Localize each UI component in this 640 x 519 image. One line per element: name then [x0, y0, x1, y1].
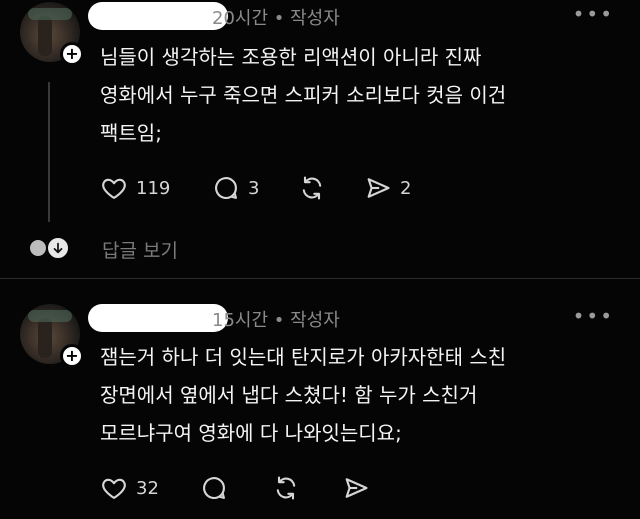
meta-separator: • — [273, 8, 285, 29]
repost-icon — [302, 176, 322, 200]
repost-button[interactable] — [298, 174, 364, 202]
view-replies-row[interactable]: 답글 보기 — [0, 226, 640, 266]
reply-avatar — [28, 238, 48, 258]
view-replies-link[interactable]: 답글 보기 — [102, 236, 178, 263]
post: + 20시간 • 작성자 ••• 님들이 생각하는 조용한 리액션이 아니라 진… — [0, 0, 640, 278]
repost-icon — [276, 476, 296, 500]
post: + 15시간 • 작성자 ••• 잼는거 하나 더 잇는대 탄지로가 아카자한태… — [0, 280, 640, 519]
post-text-line: 잼는거 하나 더 잇는대 탄지로가 아카자한태 스친 — [100, 345, 507, 369]
share-count: 2 — [400, 177, 412, 199]
like-button[interactable]: 119 — [100, 174, 212, 202]
comment-icon — [215, 177, 237, 200]
like-count: 119 — [136, 177, 171, 199]
like-button[interactable]: 32 — [100, 474, 200, 502]
post-text-line: 님들이 생각하는 조용한 리액션이 아니라 진짜 — [100, 45, 482, 69]
post-text: 잼는거 하나 더 잇는대 탄지로가 아카자한태 스친 장면에서 옆에서 냅다 스… — [100, 338, 620, 452]
post-time: 15시간 — [212, 310, 269, 331]
post-text: 님들이 생각하는 조용한 리액션이 아니라 진짜 영화에서 누구 죽으면 스피커… — [100, 38, 620, 152]
like-count: 32 — [136, 477, 159, 499]
author-tag: 작성자 — [290, 310, 340, 331]
post-meta: 15시간 • 작성자 — [212, 306, 340, 332]
more-icon[interactable]: ••• — [573, 304, 614, 328]
share-icon — [367, 178, 390, 198]
post-time: 20시간 — [212, 8, 269, 29]
heart-icon — [102, 178, 126, 199]
repost-button[interactable] — [272, 474, 342, 502]
username-redacted — [88, 2, 228, 30]
post-text-line: 영화에서 누구 죽으면 스피커 소리보다 컷음 이건 — [100, 83, 507, 107]
comment-icon — [203, 477, 225, 500]
arrow-down-icon — [53, 242, 63, 254]
share-icon — [345, 478, 368, 498]
comment-button[interactable]: 3 — [212, 174, 298, 202]
divider — [0, 278, 640, 279]
share-button[interactable]: 2 — [364, 174, 411, 202]
follow-plus-icon[interactable]: + — [60, 344, 84, 368]
thread-line — [48, 82, 50, 222]
reply-avatar — [46, 236, 70, 260]
post-text-line: 팩트임; — [100, 121, 162, 145]
follow-plus-icon[interactable]: + — [60, 42, 84, 66]
author-tag: 작성자 — [290, 8, 340, 29]
comment-count: 3 — [248, 177, 260, 199]
post-text-line: 모르냐구여 영화에 다 나와잇는디요; — [100, 421, 402, 445]
comment-button[interactable] — [200, 474, 272, 502]
heart-icon — [102, 478, 126, 499]
post-actions: 32 — [100, 472, 370, 504]
post-actions: 119 3 2 — [100, 172, 411, 204]
share-button[interactable] — [342, 474, 370, 502]
username-redacted — [88, 304, 228, 332]
meta-separator: • — [273, 310, 285, 331]
post-meta: 20시간 • 작성자 — [212, 4, 340, 30]
post-text-line: 장면에서 옆에서 냅다 스쳤다! 함 누가 스친거 — [100, 383, 478, 407]
more-icon[interactable]: ••• — [573, 2, 614, 26]
reply-avatars — [28, 236, 74, 260]
